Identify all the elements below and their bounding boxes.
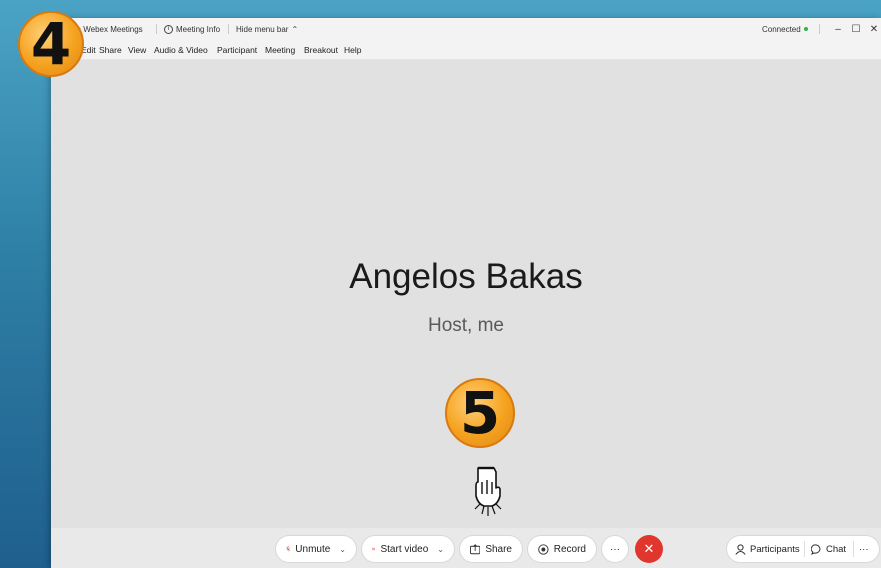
connection-status-label: Connected [762, 24, 801, 34]
info-icon: i [164, 24, 173, 34]
group-divider [853, 541, 854, 557]
person-icon [735, 543, 746, 555]
share-button[interactable]: Share [460, 536, 522, 562]
more-icon: ··· [859, 543, 869, 555]
start-video-button[interactable]: Start video ⌄ [362, 536, 454, 562]
participant-name: Angelos Bakas [349, 257, 583, 296]
hide-menu-bar-label: Hide menu bar [236, 24, 289, 34]
chevron-down-icon: ⌄ [437, 544, 444, 554]
meeting-controls-bar: Unmute ⌄ Start video ⌄ Share Record ··· … [51, 528, 881, 568]
unmute-button[interactable]: Unmute ⌄ [276, 536, 356, 562]
participants-label: Participants [750, 543, 800, 555]
title-divider [819, 24, 820, 34]
menu-item-audio-video[interactable]: Audio & Video [154, 40, 208, 59]
group-divider [804, 541, 805, 557]
chevron-down-icon: ⌄ [339, 544, 346, 554]
chat-bubble-icon [811, 543, 821, 555]
more-panels-button[interactable]: ··· [859, 536, 869, 562]
connection-status: Connected [762, 18, 808, 40]
menu-item-help[interactable]: Help [344, 40, 361, 59]
chevron-up-icon: ⌃ [291, 24, 299, 34]
menu-item-view[interactable]: View [128, 40, 146, 59]
close-icon[interactable]: ✕ [865, 18, 881, 40]
menu-item-share[interactable]: Share [99, 40, 122, 59]
panel-buttons-group: Participants Chat ··· [727, 536, 879, 562]
participant-role: Host, me [427, 315, 505, 336]
hand-pointer-icon [474, 466, 502, 516]
participants-button[interactable]: Participants [735, 536, 800, 562]
record-button[interactable]: Record [528, 536, 596, 562]
step-badge: 5 [445, 378, 515, 448]
share-label: Share [485, 543, 512, 555]
record-icon [538, 543, 549, 555]
menu-bar: Edit Share View Audio & Video Participan… [51, 40, 881, 60]
maximize-icon[interactable]: ☐ [847, 18, 865, 40]
start-video-label: Start video [380, 543, 429, 555]
step-number: 5 [459, 379, 501, 447]
microphone-muted-icon [286, 546, 291, 552]
share-screen-icon [470, 543, 481, 554]
chat-button[interactable]: Chat [811, 536, 846, 562]
title-divider [228, 24, 229, 34]
meeting-info-button[interactable]: i Meeting Info [164, 18, 220, 40]
chat-label: Chat [826, 543, 847, 555]
more-options-button[interactable]: ··· [602, 536, 628, 562]
title-bar: Cisco Webex Meetings i Meeting Info Hide… [51, 18, 881, 40]
step-badge: 4 [18, 10, 84, 78]
more-icon: ··· [610, 543, 620, 555]
record-label: Record [553, 543, 586, 555]
end-meeting-button[interactable]: ✕ [635, 535, 663, 563]
menu-item-breakout[interactable]: Breakout [304, 40, 338, 59]
unmute-label: Unmute [295, 543, 331, 555]
menu-item-participant[interactable]: Participant [217, 40, 257, 59]
step-number: 4 [30, 10, 72, 78]
webex-window: Cisco Webex Meetings i Meeting Info Hide… [51, 18, 881, 568]
menu-item-meeting[interactable]: Meeting [265, 40, 295, 59]
minimize-icon[interactable]: – [829, 18, 847, 40]
title-divider [156, 24, 157, 34]
video-off-icon [372, 547, 376, 551]
meeting-info-label: Meeting Info [176, 24, 221, 34]
hide-menu-bar-button[interactable]: Hide menu bar ⌃ [236, 18, 298, 40]
connected-dot-icon [803, 27, 808, 31]
close-icon: ✕ [643, 541, 655, 556]
